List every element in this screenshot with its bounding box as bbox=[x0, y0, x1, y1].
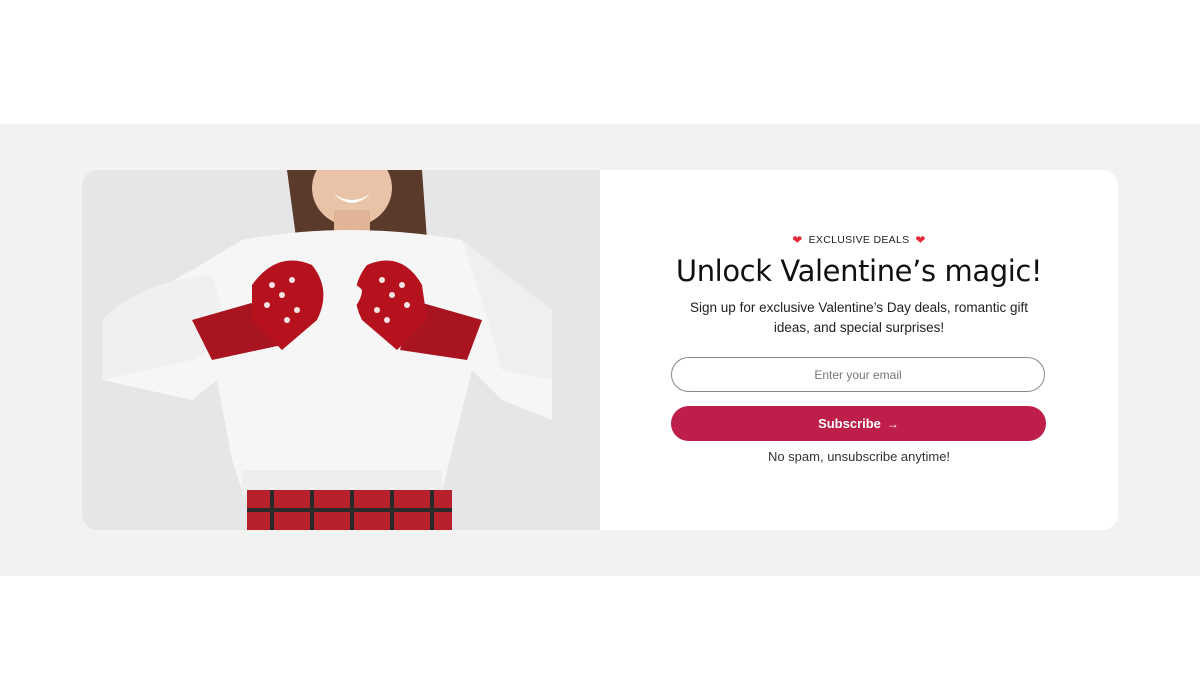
eyebrow-label: EXCLUSIVE DEALS bbox=[808, 234, 910, 246]
newsletter-card: ❤ EXCLUSIVE DEALS ❤ Unlock Valentine’s m… bbox=[82, 170, 1118, 530]
subscribe-button-label: Subscribe bbox=[818, 416, 881, 431]
signup-panel: ❤ EXCLUSIVE DEALS ❤ Unlock Valentine’s m… bbox=[600, 170, 1118, 530]
eyebrow: ❤ EXCLUSIVE DEALS ❤ bbox=[600, 234, 1118, 246]
no-spam-note: No spam, unsubscribe anytime! bbox=[767, 449, 951, 464]
headline: Unlock Valentine’s magic! bbox=[675, 254, 1043, 288]
subscribe-button[interactable]: Subscribe → bbox=[671, 406, 1046, 441]
heart-icon: ❤ bbox=[792, 233, 803, 247]
heart-icon: ❤ bbox=[915, 233, 926, 247]
hero-photo bbox=[82, 170, 600, 530]
email-input[interactable] bbox=[671, 357, 1045, 392]
woman-heart-hands-illustration bbox=[82, 170, 600, 530]
arrow-right-icon: → bbox=[886, 416, 899, 431]
description: Sign up for exclusive Valentine’s Day de… bbox=[690, 300, 1028, 335]
